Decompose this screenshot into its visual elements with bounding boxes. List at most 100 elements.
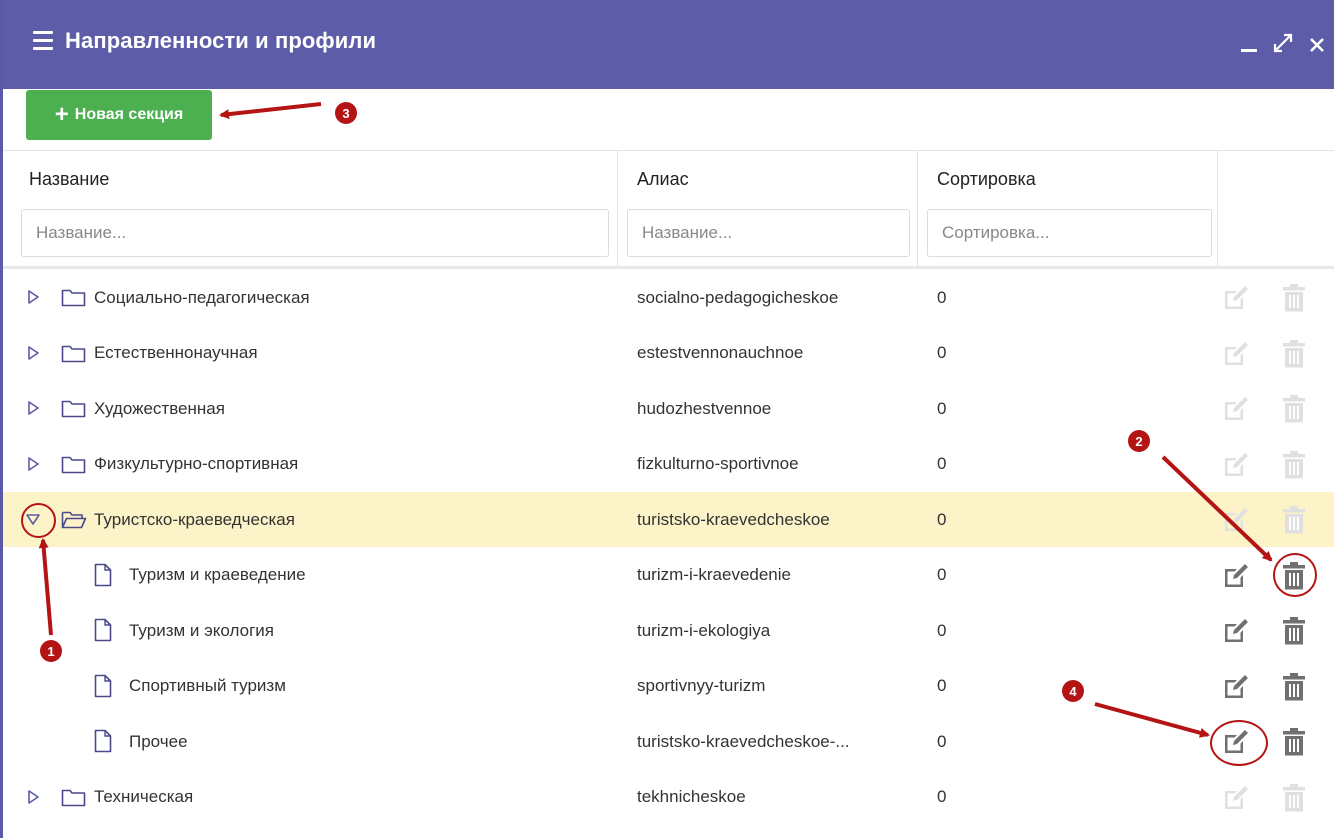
file-icon xyxy=(94,618,112,642)
window-controls xyxy=(1240,28,1326,54)
row-name: Туризм и экология xyxy=(129,620,274,640)
table-row[interactable]: Туристско-краеведческая turistsko-kraeved… xyxy=(3,492,1334,547)
table-row[interactable]: Техническая tekhnicheskoe 0 xyxy=(3,770,1334,825)
trash-icon[interactable] xyxy=(1281,394,1307,424)
edit-icon[interactable] xyxy=(1222,617,1250,645)
header-sort[interactable]: Сортировка xyxy=(937,169,1036,190)
edit-icon[interactable] xyxy=(1222,284,1250,312)
row-alias: socialno-pedagogicheskoe xyxy=(637,287,839,307)
table-row[interactable]: Естественнонаучная estestvennonauchnoe 0 xyxy=(3,326,1334,381)
row-sort: 0 xyxy=(937,620,947,640)
folder-icon xyxy=(61,345,86,362)
row-name: Спортивный туризм xyxy=(129,676,286,695)
maximize-icon[interactable] xyxy=(1272,32,1294,54)
folder-open-icon xyxy=(61,511,87,529)
toolbar: + Новая секция xyxy=(3,89,1334,149)
row-name: Прочее xyxy=(129,731,188,751)
edit-icon[interactable] xyxy=(1222,395,1250,423)
expand-triangle-icon[interactable] xyxy=(25,789,41,805)
directions-window: Направленности и профили + Новая секция … xyxy=(0,0,1334,838)
row-sort: 0 xyxy=(937,343,947,362)
hamburger-menu-icon[interactable] xyxy=(33,31,53,50)
row-sort: 0 xyxy=(937,787,947,806)
row-name: Художественная xyxy=(94,398,225,418)
expand-triangle-icon[interactable] xyxy=(25,456,41,472)
table-row[interactable]: Туризм и краеведение turizm-i-kraevedenie… xyxy=(3,548,1334,603)
annotation-ring-delete xyxy=(1273,553,1317,597)
edit-icon[interactable] xyxy=(1222,451,1250,479)
file-icon xyxy=(94,674,112,697)
table-header: Название Алиас Сортировка xyxy=(3,150,1334,269)
edit-icon[interactable] xyxy=(1222,673,1250,701)
row-alias: sportivnyy-turizm xyxy=(637,676,766,695)
row-alias: turizm-i-kraevedenie xyxy=(637,565,791,584)
annotation-badge-1: 1 xyxy=(40,640,62,662)
edit-icon[interactable] xyxy=(1222,506,1250,534)
trash-icon[interactable] xyxy=(1281,672,1307,702)
row-sort: 0 xyxy=(937,454,947,473)
row-name: Социально-педагогическая xyxy=(94,287,310,307)
file-icon xyxy=(94,729,112,753)
annotation-badge-4: 4 xyxy=(1062,680,1084,702)
row-name: Физкультурно-спортивная xyxy=(94,454,299,473)
annotation-ring-edit xyxy=(1210,720,1268,766)
column-divider xyxy=(1217,151,1218,267)
trash-icon[interactable] xyxy=(1281,616,1307,646)
annotation-badge-3: 3 xyxy=(335,102,357,124)
trash-icon[interactable] xyxy=(1281,339,1307,369)
edit-icon[interactable] xyxy=(1222,340,1250,368)
table-row[interactable]: Прочее turistsko-kraevedcheskoe-... 0 xyxy=(3,714,1334,769)
trash-icon[interactable] xyxy=(1281,727,1307,757)
trash-icon[interactable] xyxy=(1281,783,1307,813)
expand-triangle-icon[interactable] xyxy=(25,400,41,416)
window-title: Направленности и профили xyxy=(65,28,377,53)
folder-icon xyxy=(61,789,86,806)
row-sort: 0 xyxy=(937,509,947,529)
trash-icon[interactable] xyxy=(1281,505,1307,535)
expand-triangle-icon[interactable] xyxy=(25,289,41,305)
edit-icon[interactable] xyxy=(1222,562,1250,590)
row-alias: turistsko-kraevedcheskoe-... xyxy=(637,731,850,751)
annotation-badge-2: 2 xyxy=(1128,430,1150,452)
trash-icon[interactable] xyxy=(1281,283,1307,313)
plus-icon: + xyxy=(54,101,69,128)
row-name: Туризм и краеведение xyxy=(129,565,306,584)
row-alias: fizkulturno-sportivnoe xyxy=(637,454,799,473)
window-titlebar: Направленности и профили xyxy=(3,0,1334,89)
name-filter-input[interactable] xyxy=(21,209,609,257)
row-alias: turistsko-kraevedcheskoe xyxy=(637,509,830,529)
row-name: Естественнонаучная xyxy=(94,343,258,362)
table-row[interactable]: Спортивный туризм sportivnyy-turizm 0 xyxy=(3,659,1334,714)
column-divider xyxy=(617,151,618,267)
row-alias: tekhnicheskoe xyxy=(637,787,746,806)
alias-filter-input[interactable] xyxy=(627,209,910,257)
folder-icon xyxy=(61,400,86,418)
trash-icon[interactable] xyxy=(1281,450,1307,480)
edit-icon[interactable] xyxy=(1222,784,1250,812)
new-section-button[interactable]: + Новая секция xyxy=(26,90,212,140)
row-sort: 0 xyxy=(937,287,947,307)
file-icon xyxy=(94,563,112,586)
row-sort: 0 xyxy=(937,398,947,418)
folder-icon xyxy=(61,289,86,307)
close-icon[interactable] xyxy=(1308,34,1326,54)
expand-triangle-icon[interactable] xyxy=(25,345,41,361)
annotation-ring-expander xyxy=(21,503,56,538)
row-alias: hudozhestvennoe xyxy=(637,398,772,418)
row-sort: 0 xyxy=(937,731,947,751)
row-name: Техническая xyxy=(94,787,194,806)
folder-icon xyxy=(61,456,86,473)
row-sort: 0 xyxy=(937,565,947,584)
header-alias[interactable]: Алиас xyxy=(637,169,689,190)
row-name: Туристско-краеведческая xyxy=(94,509,295,529)
header-name[interactable]: Название xyxy=(29,169,109,190)
table-row[interactable]: Социально-педагогическая socialno-pedagog… xyxy=(3,270,1334,325)
table-row[interactable]: Туризм и экология turizm-i-ekologiya 0 xyxy=(3,603,1334,658)
sort-filter-input[interactable] xyxy=(927,209,1212,257)
new-section-label: Новая секция xyxy=(74,106,184,123)
row-alias: turizm-i-ekologiya xyxy=(637,620,771,640)
table-row[interactable]: Художественная hudozhestvennoe 0 xyxy=(3,381,1334,436)
minimize-icon[interactable] xyxy=(1240,34,1258,54)
row-sort: 0 xyxy=(937,676,947,695)
row-alias: estestvennonauchnoe xyxy=(637,343,804,362)
